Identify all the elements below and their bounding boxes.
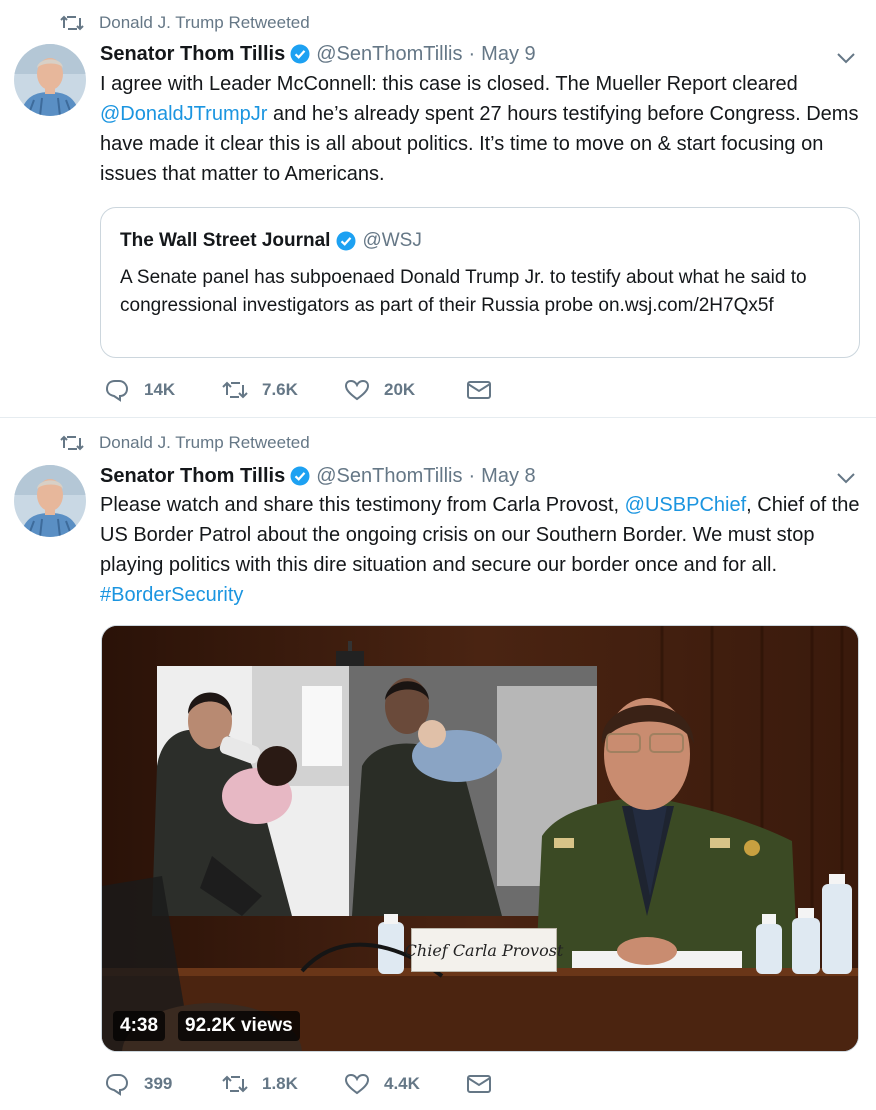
tweet-text: Please watch and share this testimony fr… (100, 494, 860, 606)
video-views-badge: 92.2K views (178, 1011, 300, 1041)
reply-button[interactable]: 399 (104, 1070, 172, 1098)
like-button[interactable]: 4.4K (344, 1070, 420, 1098)
quoted-tweet-header: The Wall Street Journal @WSJ (120, 228, 422, 254)
chevron-down-icon[interactable] (836, 51, 856, 65)
retweeted-by-context: Donald J. Trump Retweeted (60, 431, 310, 455)
like-count: 4.4K (384, 1074, 420, 1093)
like-button[interactable]: 20K (344, 376, 415, 404)
tweet-card[interactable]: Donald J. Trump Retweeted Senator Thom T… (0, 0, 876, 418)
tweet-card[interactable]: Donald J. Trump Retweeted Senator Thom T… (0, 419, 876, 1110)
verified-badge-icon (336, 231, 356, 251)
reply-icon (105, 1074, 129, 1096)
retweet-icon (222, 381, 248, 399)
tweet-date[interactable]: May 9 (481, 43, 535, 66)
retweet-icon (60, 433, 84, 453)
mention-link[interactable]: @DonaldJTrumpJr (100, 103, 267, 125)
video-thumbnail (102, 626, 858, 1051)
tweet-actions: 14K 7.6K 20K (104, 376, 504, 404)
direct-message-icon (467, 381, 491, 399)
tweet-text: I agree with Leader McConnell: this case… (100, 73, 859, 185)
like-icon (344, 1073, 370, 1095)
direct-message-icon (467, 1075, 491, 1093)
verified-badge-icon (290, 44, 310, 64)
author-handle[interactable]: @SenThomTillis (316, 465, 462, 488)
reply-count: 399 (144, 1074, 173, 1093)
mention-link[interactable]: @USBPChief (625, 494, 746, 516)
author-name[interactable]: Senator Thom Tillis (100, 465, 285, 488)
header-separator: · (468, 464, 476, 487)
quoted-tweet-text: A Senate panel has subpoenaed Donald Tru… (120, 267, 807, 316)
header-separator: · (468, 42, 476, 65)
tweet-actions: 399 1.8K 4.4K (104, 1070, 504, 1098)
avatar[interactable] (14, 44, 86, 116)
tweet-header: Senator Thom Tillis @SenThomTillis · May… (100, 39, 536, 69)
reply-button[interactable]: 14K (104, 376, 175, 404)
video-player[interactable]: Chief Carla Provost 4:38 92.2K views (101, 625, 859, 1052)
chevron-down-icon[interactable] (836, 471, 856, 485)
tweet-date[interactable]: May 8 (481, 465, 535, 488)
avatar[interactable] (14, 465, 86, 537)
like-icon (344, 379, 370, 401)
author-handle[interactable]: @SenThomTillis (316, 43, 462, 66)
hashtag-link[interactable]: #BorderSecurity (100, 584, 243, 606)
direct-message-button[interactable] (466, 1070, 506, 1098)
retweet-button[interactable]: 7.6K (222, 376, 298, 404)
author-name[interactable]: Senator Thom Tillis (100, 43, 285, 66)
video-duration-badge: 4:38 (113, 1011, 166, 1041)
reply-icon (105, 380, 129, 402)
retweet-count: 1.8K (262, 1074, 298, 1093)
like-count: 20K (384, 380, 416, 399)
retweet-icon (60, 13, 84, 33)
retweeted-by-context: Donald J. Trump Retweeted (60, 11, 310, 35)
quoted-tweet[interactable]: The Wall Street Journal @WSJ A Senate pa… (100, 207, 860, 358)
retweet-button[interactable]: 1.8K (222, 1070, 298, 1098)
direct-message-button[interactable] (466, 376, 506, 404)
quoted-author-handle: @WSJ (362, 230, 422, 251)
verified-badge-icon (290, 466, 310, 486)
reply-count: 14K (144, 380, 176, 399)
quoted-author-name: The Wall Street Journal (120, 230, 331, 251)
retweet-count: 7.6K (262, 380, 298, 399)
nameplate: Chief Carla Provost (405, 928, 563, 972)
tweet-header: Senator Thom Tillis @SenThomTillis · May… (100, 461, 536, 491)
retweet-icon (222, 1075, 248, 1093)
